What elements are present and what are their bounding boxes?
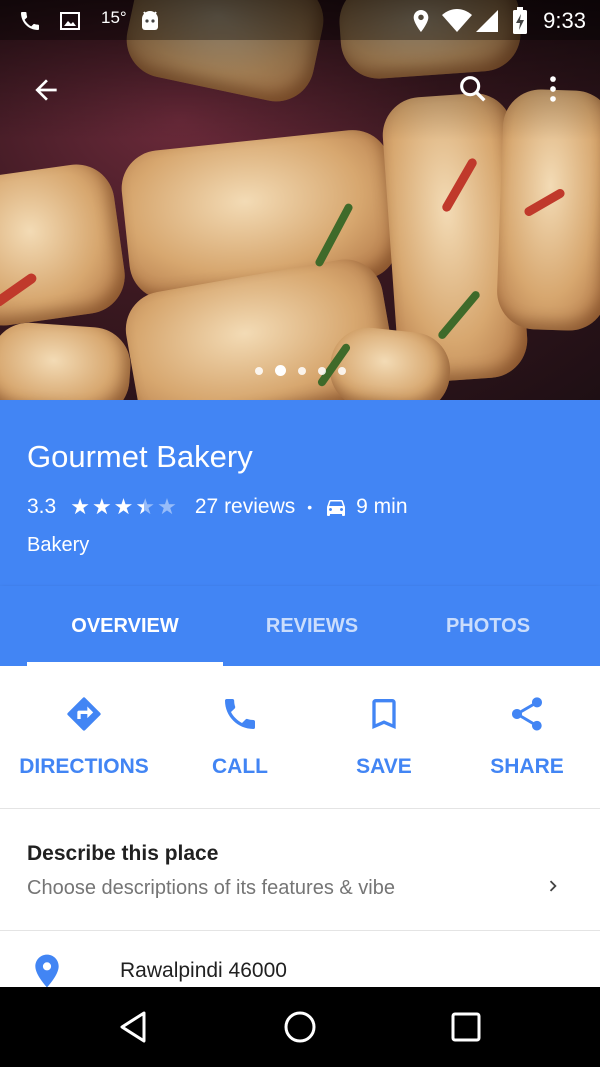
status-bar: 15° 9:33 <box>0 0 600 40</box>
pagination-dot[interactable] <box>317 366 326 375</box>
rating-stars: ★ ★ ★ ★ ★ <box>70 496 179 518</box>
phone-status-icon <box>21 12 39 30</box>
action-row: DIRECTIONS CALL SAVE SHARE <box>0 666 600 809</box>
save-label: SAVE <box>356 755 412 778</box>
describe-heading: Describe this place <box>27 842 219 865</box>
place-title: Gourmet Bakery <box>27 439 253 474</box>
star-full-icon: ★ <box>70 494 90 519</box>
wifi-status-icon <box>442 9 472 32</box>
nav-back-icon[interactable] <box>116 1009 152 1045</box>
android-status-icon <box>142 11 158 30</box>
describe-place-row[interactable]: Describe this place Choose descriptions … <box>0 809 600 931</box>
tab-photos[interactable]: PHOTOS <box>400 586 576 666</box>
call-label: CALL <box>212 755 268 778</box>
back-arrow-icon[interactable] <box>30 74 62 106</box>
drive-time: 9 min <box>356 495 408 518</box>
describe-subtext: Choose descriptions of its features & vi… <box>27 877 395 899</box>
tab-overview[interactable]: OVERVIEW <box>27 586 223 666</box>
pagination-dot[interactable] <box>297 366 306 375</box>
directions-label: DIRECTIONS <box>19 755 149 778</box>
reviews-count[interactable]: 27 reviews <box>195 495 295 519</box>
nav-home-icon[interactable] <box>282 1009 318 1045</box>
rating-row[interactable]: 3.3 ★ ★ ★ ★ ★ 27 reviews • 9 min <box>27 492 408 522</box>
star-half-icon: ★ <box>135 494 156 519</box>
photo-bun <box>0 159 130 331</box>
call-button[interactable]: CALL <box>165 666 315 808</box>
tab-reviews[interactable]: REVIEWS <box>222 586 402 666</box>
share-label: SHARE <box>490 755 564 778</box>
temperature-text: 15° <box>101 8 127 27</box>
place-header: Gourmet Bakery 3.3 ★ ★ ★ ★ ★ 27 reviews … <box>0 400 600 586</box>
address-text: Rawalpindi 46000 <box>120 959 287 982</box>
more-options-icon[interactable] <box>536 72 570 106</box>
share-icon <box>512 697 542 731</box>
clock-text: 9:33 <box>543 8 586 33</box>
photo-bun <box>0 320 133 400</box>
separator-dot: • <box>307 499 313 515</box>
tab-bar: OVERVIEW REVIEWS PHOTOS <box>0 586 600 666</box>
nav-recents-icon[interactable] <box>450 1011 482 1043</box>
rating-value: 3.3 <box>27 495 57 518</box>
car-icon <box>327 500 346 516</box>
search-icon[interactable] <box>456 72 490 106</box>
save-button[interactable]: SAVE <box>309 666 459 808</box>
share-button[interactable]: SHARE <box>452 666 600 808</box>
directions-icon <box>67 697 101 731</box>
star-full-icon: ★ <box>113 494 134 519</box>
directions-button[interactable]: DIRECTIONS <box>9 666 159 808</box>
pagination-dot-active[interactable] <box>274 365 286 377</box>
bookmark-icon <box>372 699 396 729</box>
star-full-icon: ★ <box>91 494 112 519</box>
pagination-dot[interactable] <box>337 366 346 375</box>
battery-status-icon <box>513 7 527 34</box>
location-status-icon <box>413 10 429 32</box>
system-nav-bar <box>0 987 600 1067</box>
address-row[interactable]: Rawalpindi 46000 <box>0 931 600 988</box>
pagination-dot[interactable] <box>254 366 263 375</box>
gallery-status-icon <box>60 12 80 30</box>
phone-icon <box>225 699 255 729</box>
star-empty-icon: ★ <box>157 494 177 519</box>
location-pin-icon <box>35 954 59 988</box>
place-category: Bakery <box>27 534 90 556</box>
signal-status-icon <box>476 10 498 32</box>
photo-pagination <box>0 362 600 378</box>
chevron-right-icon <box>549 880 557 892</box>
